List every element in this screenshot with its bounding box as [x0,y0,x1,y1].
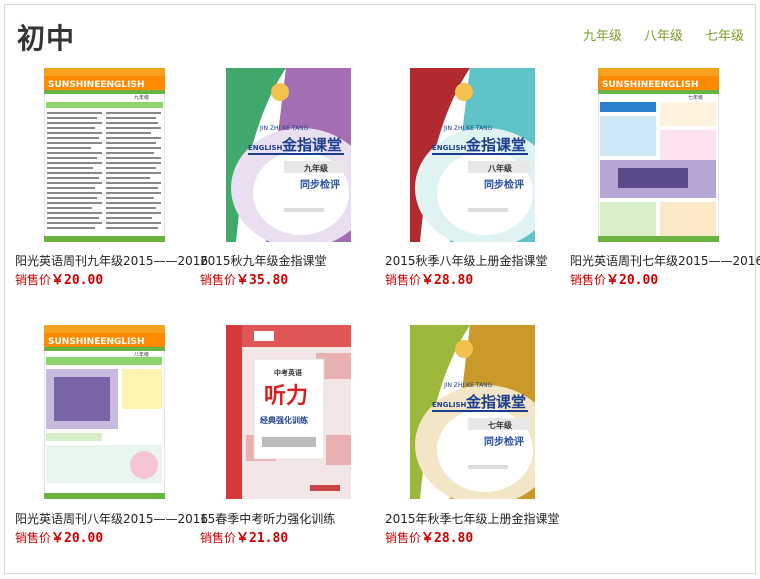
cover-image: SUNSHINEENGLISH 九年级 [44,68,165,242]
cover-image: SUNSHINEENGLISH 七年级 [598,68,719,242]
product-price-2: 销售价￥35.80 [200,269,288,288]
price-value: ￥28.80 [421,273,474,288]
product-name-6[interactable]: 15春季中考听力强化训练 [200,510,335,527]
cover-pinyin: JIN ZHI KE TANG [259,125,309,132]
cover-brand: 金指课堂 [281,136,342,154]
product-name-4[interactable]: 阳光英语周刊七年级2015——2016 [570,252,760,269]
product-name-5[interactable]: 阳光英语周刊八年级2015——2016 [15,510,208,527]
product-cover-7[interactable]: JIN ZHI KE TANG ENGLISH 金指课堂 七年级 同步检评 [410,325,535,499]
product-price-4: 销售价￥20.00 [570,269,658,288]
cover-image: JIN ZHI KE TANG ENGLISH 金指课堂 八年级 同步检评 [410,68,535,242]
cover-image: JIN ZHI KE TANG ENGLISH 金指课堂 七年级 同步检评 [410,325,535,499]
cover-masthead: SUNSHINEENGLISH [48,80,145,90]
tab-grade-7[interactable]: 七年级 [705,25,744,44]
cover-brand: 金指课堂 [465,393,526,411]
product-price-7: 销售价￥28.80 [385,527,473,546]
price-value: ￥20.00 [606,273,659,288]
price-label: 销售价 [385,273,422,287]
cover-sub: 同步检评 [300,178,340,191]
price-value: ￥20.00 [51,531,104,546]
cover-eng: ENGLISH [432,144,466,152]
price-label: 销售价 [15,531,52,545]
price-label: 销售价 [15,273,52,287]
price-value: ￥20.00 [51,273,104,288]
cover-eng: ENGLISH [248,144,282,152]
tab-grade-9[interactable]: 九年级 [583,25,622,44]
price-label: 销售价 [570,273,607,287]
cover-grade: 九年级 [134,94,149,101]
product-name-1[interactable]: 阳光英语周刊九年级2015——2016 [15,252,208,269]
cover-sub: 同步检评 [484,178,524,191]
cover-sub: 经典强化训练 [260,415,308,425]
product-cover-6[interactable]: 中考英语 听力 经典强化训练 [226,325,351,499]
cover-pinyin: JIN ZHI KE TANG [443,382,493,389]
cover-grade: 八年级 [134,351,149,358]
tab-grade-8[interactable]: 八年级 [644,25,683,44]
cover-big: 听力 [264,384,308,409]
product-price-6: 销售价￥21.80 [200,527,288,546]
price-value: ￥35.80 [236,273,289,288]
cover-grade: 七年级 [488,420,513,430]
price-label: 销售价 [200,273,237,287]
product-cover-3[interactable]: JIN ZHI KE TANG ENGLISH 金指课堂 八年级 同步检评 [410,68,535,242]
price-value: ￥28.80 [421,531,474,546]
cover-top: 中考英语 [274,368,302,377]
cover-image: JIN ZHI KE TANG ENGLISH 金指课堂 九年级 同步检评 [226,68,351,242]
cover-pinyin: JIN ZHI KE TANG [443,125,493,132]
section-title: 初中 [17,22,76,55]
product-name-3[interactable]: 2015秋季八年级上册金指课堂 [385,252,548,269]
cover-masthead: SUNSHINEENGLISH [602,80,699,90]
cover-image: SUNSHINEENGLISH 八年级 [44,325,165,499]
product-price-5: 销售价￥20.00 [15,527,103,546]
product-cover-2[interactable]: JIN ZHI KE TANG ENGLISH 金指课堂 九年级 同步检评 [226,68,351,242]
product-price-1: 销售价￥20.00 [15,269,103,288]
cover-grade: 九年级 [303,163,329,173]
price-label: 销售价 [385,531,422,545]
product-cover-4[interactable]: SUNSHINEENGLISH 七年级 [598,68,719,242]
price-label: 销售价 [200,531,237,545]
cover-grade: 七年级 [688,94,703,101]
cover-sub: 同步检评 [484,435,524,448]
price-value: ￥21.80 [236,531,289,546]
product-cover-5[interactable]: SUNSHINEENGLISH 八年级 [44,325,165,499]
cover-masthead: SUNSHINEENGLISH [48,337,145,347]
cover-eng: ENGLISH [432,401,466,409]
cover-brand: 金指课堂 [465,136,526,154]
product-name-7[interactable]: 2015年秋季七年级上册金指课堂 [385,510,560,527]
cover-image: 中考英语 听力 经典强化训练 [226,325,351,499]
product-price-3: 销售价￥28.80 [385,269,473,288]
cover-grade: 八年级 [487,163,513,173]
grade-tabs: 九年级 八年级 七年级 [583,25,744,44]
product-cover-1[interactable]: SUNSHINEENGLISH 九年级 [44,68,165,242]
product-name-2[interactable]: 2015秋九年级金指课堂 [200,252,327,269]
